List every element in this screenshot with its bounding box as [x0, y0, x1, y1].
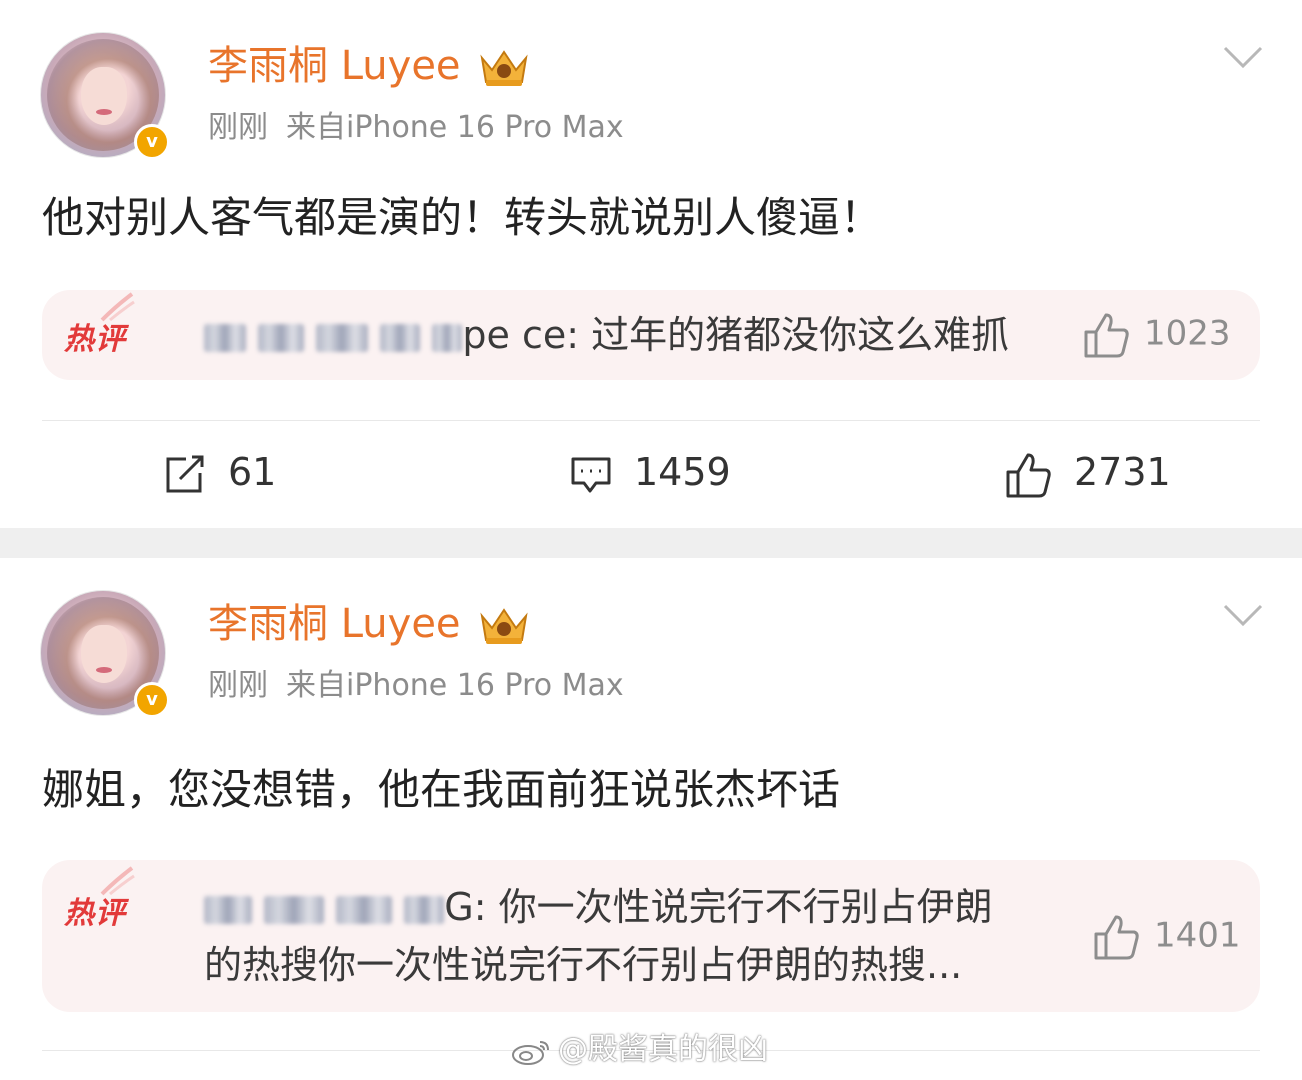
post-source: 来自iPhone 16 Pro Max [286, 668, 624, 703]
crown-icon [480, 608, 528, 644]
weibo-logo-icon [512, 1040, 549, 1065]
post-source: 来自iPhone 16 Pro Max [286, 110, 624, 145]
post-meta: 刚刚 来自iPhone 16 Pro Max [208, 666, 624, 706]
hot-comment-content: pe ce: 过年的猪都没你这么难抓 [204, 306, 1009, 364]
chevron-down-icon[interactable] [1222, 44, 1264, 70]
weibo-post-2: v 李雨桐 Luyee 刚刚 来自iPhone 16 Pro Max 娜姐，您没想… [0, 558, 1302, 1080]
avatar[interactable]: v [40, 590, 170, 718]
post-text: 娜姐，您没想错，他在我面前狂说张杰坏话 [42, 765, 841, 814]
post-text: 他对别人客气都是演的！转头就说别人傻逼！ [42, 193, 883, 242]
thumbs-up-icon [1084, 313, 1129, 358]
hot-comment-tag: 热评 [64, 292, 135, 358]
divider [42, 420, 1260, 421]
chevron-down-icon[interactable] [1222, 602, 1264, 628]
hot-comment-user: G: [444, 885, 487, 929]
blurred-username [204, 895, 252, 924]
repost-icon [166, 455, 204, 492]
weibo-post-1: v 李雨桐 Luyee 刚刚 来自iPhone 16 Pro Max 他对别人客气… [0, 0, 1302, 528]
hot-comment-tag: 热评 [64, 866, 135, 932]
feed-separator [0, 528, 1302, 558]
hot-comment-like[interactable]: 1401 [1092, 914, 1241, 960]
comment-button[interactable]: 1459 [570, 448, 731, 496]
hot-comment-like[interactable]: 1023 [1082, 312, 1231, 358]
hot-comment-user: pe ce: [462, 313, 580, 357]
like-button[interactable]: 2731 [1004, 448, 1171, 498]
author-name[interactable]: 李雨桐 Luyee [208, 40, 461, 92]
verified-badge-icon: v [134, 124, 170, 160]
hot-comment-content: G: 你一次性说完行不行别占伊朗 的热搜你一次性说完行不行别占伊朗的热搜... [204, 878, 1104, 994]
thumbs-up-icon [1094, 915, 1139, 960]
author-name[interactable]: 李雨桐 Luyee [208, 598, 461, 650]
watermark: @殿酱真的很凶 [510, 1030, 768, 1070]
post-time: 刚刚 [208, 110, 268, 145]
comment-icon [571, 457, 611, 492]
hot-comment[interactable]: 热评 pe ce: 过年的猪都没你这么难抓 1023 [42, 290, 1260, 380]
repost-button[interactable]: 61 [164, 448, 276, 496]
post-time: 刚刚 [208, 668, 268, 703]
avatar[interactable]: v [40, 32, 170, 160]
hot-comment-text-line2: 的热搜你一次性说完行不行别占伊朗的热搜... [204, 943, 963, 987]
hot-comment[interactable]: 热评 G: 你一次性说完行不行别占伊朗 的热搜你一次性说完行不行别占伊朗的热搜.… [42, 860, 1260, 1012]
hot-comment-text: 过年的猪都没你这么难抓 [591, 313, 1010, 357]
blurred-username [204, 323, 246, 352]
verified-badge-icon: v [134, 682, 170, 718]
thumbs-up-icon [1006, 453, 1051, 497]
post-meta: 刚刚 来自iPhone 16 Pro Max [208, 108, 624, 148]
crown-icon [480, 50, 528, 86]
hot-comment-text-line1: 你一次性说完行不行别占伊朗 [498, 885, 993, 929]
